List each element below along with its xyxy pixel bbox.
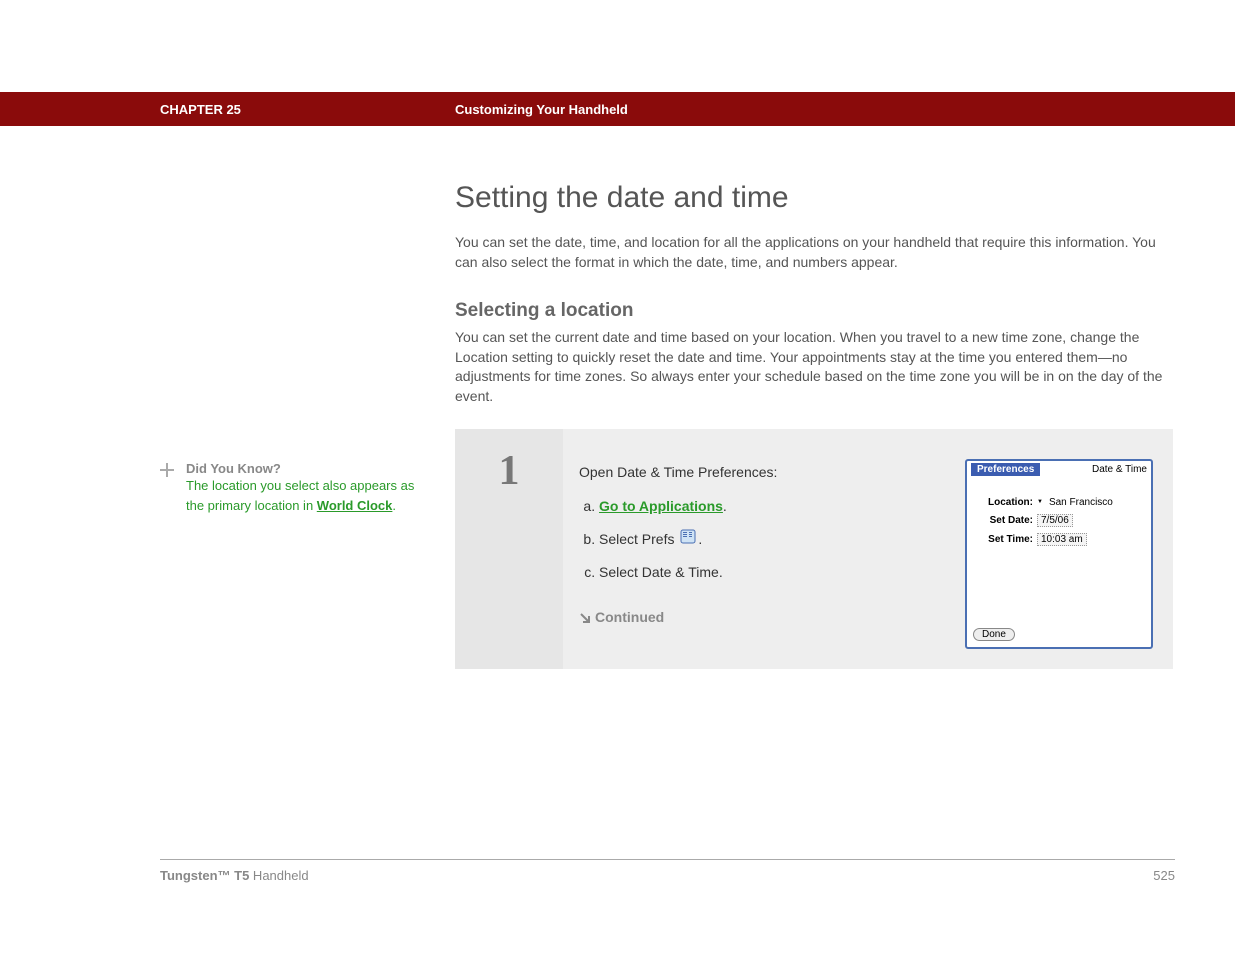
step-instructions: Open Date & Time Preferences: Go to Appl… [579,459,935,649]
sidebar: Did You Know? The location you select al… [160,126,455,669]
palm-title-right: Date & Time [1092,464,1147,475]
palm-location-row: Location: ▼ San Francisco [975,497,1143,508]
page-title: Setting the date and time [455,181,1175,215]
product-name: Tungsten™ T5 Handheld [160,868,309,883]
palm-title-left: Preferences [971,463,1040,476]
step-item-c: Select Date & Time. [599,559,935,586]
palm-location-label: Location: [975,497,1033,508]
step-number: 1 [455,447,563,495]
tip-body: The location you select also appears as … [186,476,415,515]
palm-time-value: 10:03 am [1037,533,1087,546]
section-heading: Selecting a location [455,300,1175,322]
did-you-know-tip: Did You Know? The location you select al… [160,461,415,515]
section-paragraph: You can set the current date and time ba… [455,328,1175,406]
go-to-applications-link[interactable]: Go to Applications [599,498,723,514]
step-number-column: 1 [455,429,563,669]
world-clock-link[interactable]: World Clock [317,498,393,513]
dropdown-triangle-icon: ▼ [1037,499,1043,505]
palm-time-row: Set Time: 10:03 am [975,533,1143,546]
footer: Tungsten™ T5 Handheld 525 [160,859,1175,883]
palm-location-value: San Francisco [1049,497,1113,508]
chapter-label: CHAPTER 25 [160,102,455,117]
palm-date-label: Set Date: [975,515,1033,526]
palm-preferences-screenshot: Preferences Date & Time Location: ▼ San … [965,459,1153,649]
prefs-icon [678,527,698,554]
chapter-title: Customizing Your Handheld [455,102,628,117]
palm-done-button: Done [973,628,1015,641]
palm-time-label: Set Time: [975,534,1033,545]
palm-date-value: 7/5/06 [1037,514,1073,527]
intro-paragraph: You can set the date, time, and location… [455,233,1175,272]
main-content: Setting the date and time You can set th… [455,126,1175,669]
header-bar: CHAPTER 25 Customizing Your Handheld [0,92,1235,126]
step-box: 1 Open Date & Time Preferences: Go to Ap… [455,429,1173,669]
step-item-a: Go to Applications. [599,493,935,520]
tip-title: Did You Know? [186,461,415,476]
step-item-b: Select Prefs . [599,526,935,554]
step-lead: Open Date & Time Preferences: [579,459,935,486]
palm-date-row: Set Date: 7/5/06 [975,514,1143,527]
continued-indicator: Continued [579,604,935,631]
continued-arrow-icon [579,609,595,625]
plus-icon [160,461,174,515]
page-number: 525 [1153,868,1175,883]
tip-body-suffix: . [392,498,396,513]
